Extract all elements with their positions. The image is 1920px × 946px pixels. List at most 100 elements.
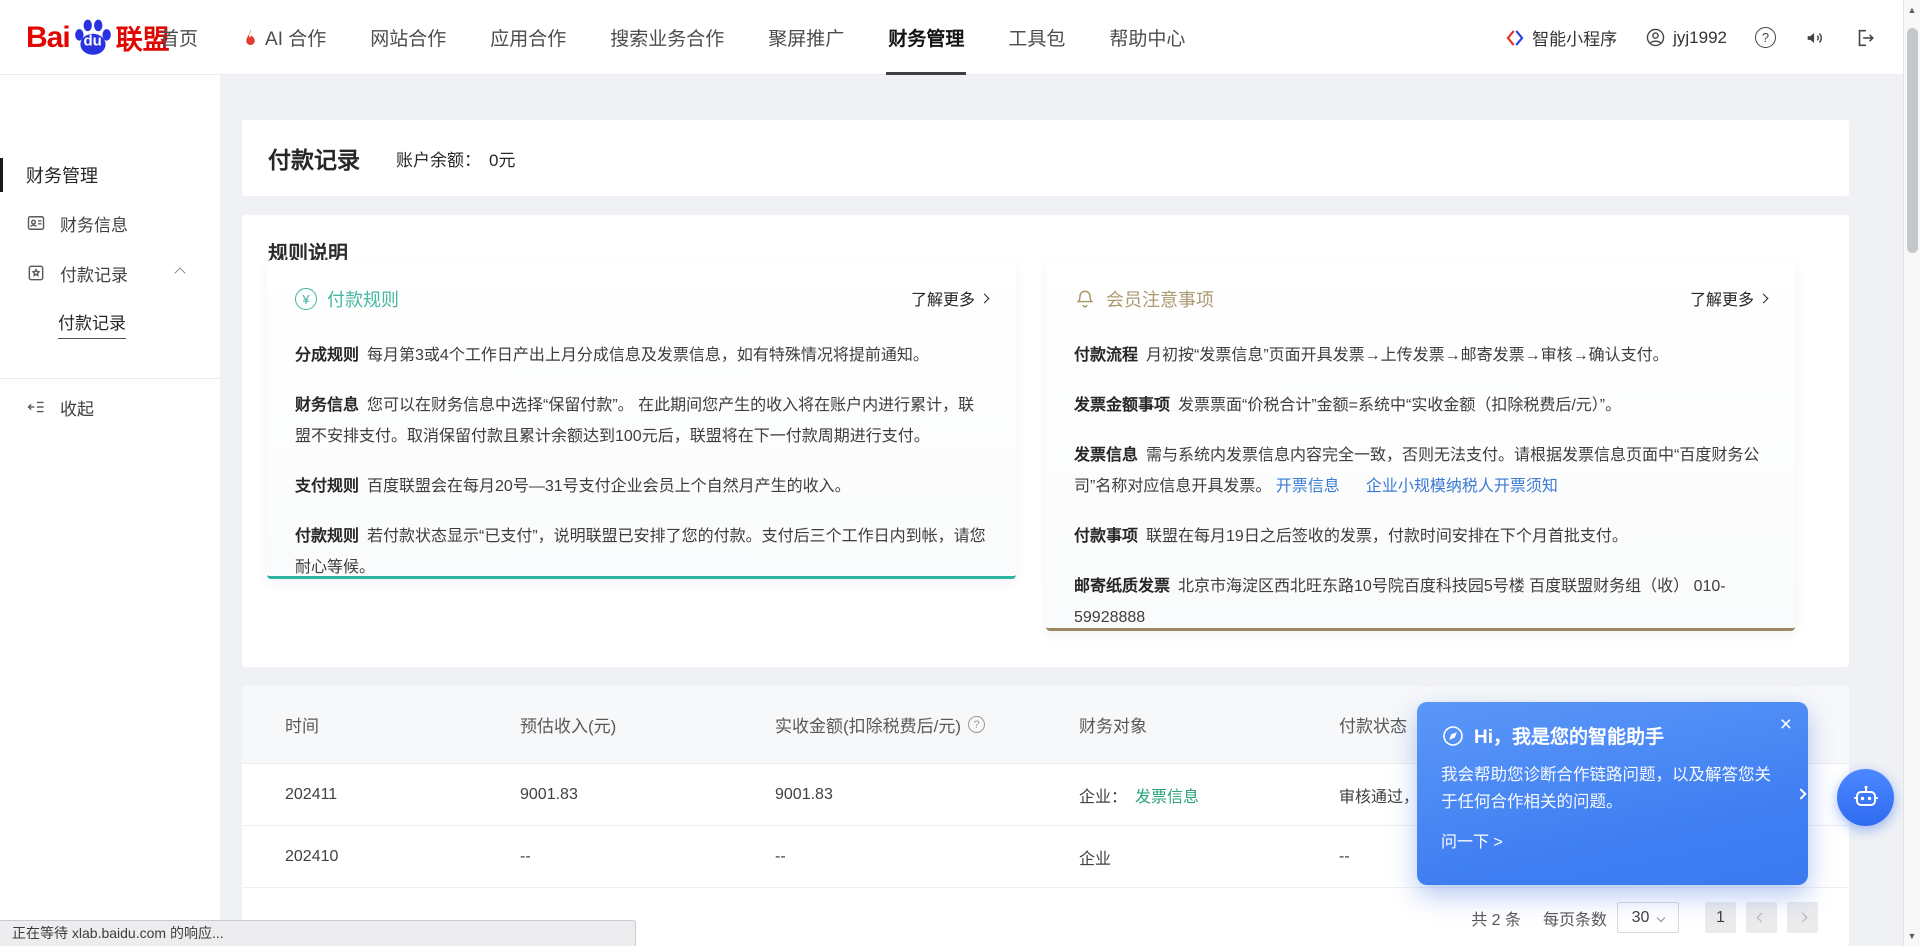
badge-icon bbox=[26, 263, 46, 283]
rule-text: 若付款状态显示“已支付”，说明联盟已安排了您的付款。支付后三个工作日内到帐，请您… bbox=[295, 528, 986, 576]
rule-label: 支付规则 bbox=[295, 478, 359, 495]
rule-paragraph: 付款规则若付款状态显示“已支付”，说明联盟已安排了您的付款。支付后三个工作日内到… bbox=[295, 521, 990, 583]
small-taxpayer-notice-link[interactable]: 企业小规模纳税人开票须知 bbox=[1366, 478, 1558, 495]
cell-time: 202411 bbox=[285, 786, 520, 804]
sidebar: 财务管理 财务信息 付款记录 付款记录 bbox=[0, 75, 220, 946]
rule-paragraph: 付款流程月初按“发票信息”页面开具发票→上传发票→邮寄发票→审核→确认支付。 bbox=[1074, 340, 1769, 371]
chevron-down-icon bbox=[1657, 913, 1665, 921]
cell-actual: 9001.83 bbox=[775, 786, 1079, 804]
info-icon[interactable]: ? bbox=[968, 716, 985, 733]
learn-more-link[interactable]: 了解更多 bbox=[1690, 286, 1767, 310]
sidebar-subitem-payment-records[interactable]: 付款记录 bbox=[58, 309, 126, 339]
close-icon[interactable]: × bbox=[1780, 714, 1792, 735]
nav-home[interactable]: 首页 bbox=[160, 0, 198, 75]
help-icon[interactable]: ? bbox=[1755, 27, 1776, 48]
assistant-popup: Hi，我是您的智能助手 × 我会帮助您诊断合作链路问题，以及解答您关于任何合作相… bbox=[1417, 702, 1808, 885]
baidu-union-logo[interactable]: Bai du 联盟 bbox=[26, 0, 170, 75]
assistant-robot-button[interactable] bbox=[1837, 769, 1894, 826]
column-header-finance-object: 财务对象 bbox=[1079, 712, 1339, 737]
total-count: 共 2 条 bbox=[1471, 906, 1521, 930]
popup-collapse-arrow[interactable] bbox=[1797, 785, 1805, 803]
pagination: 共 2 条 每页条数 30 1 bbox=[1471, 902, 1818, 933]
page-number-button[interactable]: 1 bbox=[1705, 902, 1736, 933]
chevron-up-icon[interactable] bbox=[174, 267, 185, 278]
member-notes-card-title: 会员注意事项 bbox=[1106, 286, 1214, 312]
sidebar-item-finance-info[interactable]: 财务信息 bbox=[0, 203, 220, 243]
scrollbar-thumb[interactable] bbox=[1907, 28, 1918, 253]
bell-icon bbox=[1074, 288, 1096, 310]
scroll-down-arrow[interactable]: ▼ bbox=[1904, 931, 1920, 941]
baidu-paw-icon: du bbox=[72, 17, 114, 59]
finance-object-label: 企业 bbox=[1079, 851, 1111, 868]
logout-icon[interactable] bbox=[1854, 27, 1876, 49]
column-header-actual-amount: 实收金额(扣除税费后/元) ? bbox=[775, 712, 1079, 737]
rule-label: 付款规则 bbox=[295, 528, 359, 545]
smart-miniprogram-link[interactable]: 智能小程序 bbox=[1505, 25, 1617, 50]
sidebar-item-label: 付款记录 bbox=[60, 261, 128, 286]
nav-help-center[interactable]: 帮助中心 bbox=[1109, 0, 1185, 75]
nav-website-cooperation[interactable]: 网站合作 bbox=[370, 0, 446, 75]
top-navbar: Bai du 联盟 首页 A bbox=[0, 0, 1920, 75]
rule-label: 发票金额事项 bbox=[1074, 397, 1170, 414]
rule-label: 付款流程 bbox=[1074, 347, 1138, 364]
finance-object-label: 企业： bbox=[1079, 789, 1127, 806]
rule-text: 联盟在每月19日之后签收的发票，付款时间安排在下个月首批支付。 bbox=[1146, 528, 1628, 545]
nav-search-cooperation[interactable]: 搜索业务合作 bbox=[610, 0, 724, 75]
logo-text-du: du bbox=[84, 32, 102, 49]
user-icon bbox=[1645, 27, 1666, 48]
payment-rules-card: ¥ 付款规则 了解更多 分成规则每月第3或4个工作日产出上月分成信息及发票信息，… bbox=[267, 260, 1016, 579]
cell-estimated: 9001.83 bbox=[520, 786, 775, 804]
member-notes-card: 会员注意事项 了解更多 付款流程月初按“发票信息”页面开具发票→上传发票→邮寄发… bbox=[1046, 260, 1795, 631]
chevron-right-icon bbox=[1759, 293, 1769, 303]
next-page-button[interactable] bbox=[1787, 902, 1818, 933]
collapse-icon bbox=[26, 397, 46, 417]
sidebar-subitem-label: 付款记录 bbox=[58, 309, 126, 334]
coin-icon: ¥ bbox=[295, 288, 317, 310]
rule-text: 百度联盟会在每月20号—31号支付企业会员上个自然月产生的收入。 bbox=[367, 478, 851, 495]
assistant-body: 我会帮助您诊断合作链路问题，以及解答您关于任何合作相关的问题。 bbox=[1441, 762, 1777, 816]
learn-more-link[interactable]: 了解更多 bbox=[911, 286, 988, 310]
column-header-time: 时间 bbox=[285, 712, 520, 737]
assistant-header: Hi，我是您的智能助手 bbox=[1441, 722, 1784, 749]
prev-page-button[interactable] bbox=[1746, 902, 1777, 933]
sidebar-collapse-button[interactable]: 收起 bbox=[0, 387, 220, 427]
rule-label: 发票信息 bbox=[1074, 447, 1138, 464]
rules-section: 规则说明 ¥ 付款规则 了解更多 分成规则每月第3或4个工作日产出上月分成信息及… bbox=[242, 215, 1849, 667]
rule-label: 邮寄纸质发票 bbox=[1074, 578, 1170, 595]
rule-text: 北京市海淀区西北旺东路10号院百度科技园5号楼 百度联盟财务组（收） 010-5… bbox=[1074, 578, 1726, 626]
rule-label: 付款事项 bbox=[1074, 528, 1138, 545]
nav-finance-management[interactable]: 财务管理 bbox=[888, 0, 964, 75]
sound-icon[interactable] bbox=[1804, 27, 1826, 49]
nav-screen-promotion[interactable]: 聚屏推广 bbox=[768, 0, 844, 75]
column-header-label: 实收金额(扣除税费后/元) bbox=[775, 712, 961, 737]
sidebar-title-finance-management: 财务管理 bbox=[0, 158, 220, 192]
rule-label: 分成规则 bbox=[295, 347, 359, 364]
per-page-value: 30 bbox=[1632, 909, 1650, 927]
invoice-info-link[interactable]: 开票信息 bbox=[1276, 478, 1340, 495]
assistant-title: Hi，我是您的智能助手 bbox=[1474, 722, 1664, 749]
miniprogram-diamond-icon bbox=[1505, 28, 1525, 48]
user-account[interactable]: jyj1992 bbox=[1645, 27, 1727, 48]
rule-text: 发票票面“价税合计”金额=系统中“实收金额（扣除税费后/元）”。 bbox=[1178, 397, 1621, 414]
scroll-up-arrow[interactable]: ▲ bbox=[1904, 5, 1920, 15]
nav-app-cooperation[interactable]: 应用合作 bbox=[490, 0, 566, 75]
rule-text: 每月第3或4个工作日产出上月分成信息及发票信息，如有特殊情况将提前通知。 bbox=[367, 347, 929, 364]
invoice-info-table-link[interactable]: 发票信息 bbox=[1135, 789, 1199, 806]
scrollbar[interactable]: ▲ ▼ bbox=[1903, 0, 1920, 946]
per-page-select[interactable]: 30 bbox=[1617, 902, 1679, 933]
ask-now-link[interactable]: 问一下 > bbox=[1441, 828, 1503, 852]
column-header-estimated-income: 预估收入(元) bbox=[520, 712, 775, 737]
collapse-label: 收起 bbox=[60, 395, 94, 420]
flame-icon bbox=[242, 28, 259, 48]
rule-paragraph: 财务信息您可以在财务信息中选择“保留付款”。 在此期间您产生的收入将在账户内进行… bbox=[295, 390, 990, 452]
robot-icon bbox=[1850, 782, 1882, 814]
sidebar-item-payment-records[interactable]: 付款记录 bbox=[0, 253, 220, 293]
cell-finance-object: 企业： 发票信息 bbox=[1079, 783, 1339, 807]
account-balance: 账户余额：0元 bbox=[396, 146, 515, 171]
nav-right-actions: 智能小程序 jyj1992 ? bbox=[1505, 0, 1876, 75]
assistant-compass-icon bbox=[1441, 724, 1465, 748]
nav-toolkit[interactable]: 工具包 bbox=[1008, 0, 1065, 75]
chevron-right-icon bbox=[980, 293, 990, 303]
page: Bai du 联盟 首页 A bbox=[0, 0, 1920, 946]
nav-ai-cooperation[interactable]: AI 合作 bbox=[242, 0, 326, 75]
